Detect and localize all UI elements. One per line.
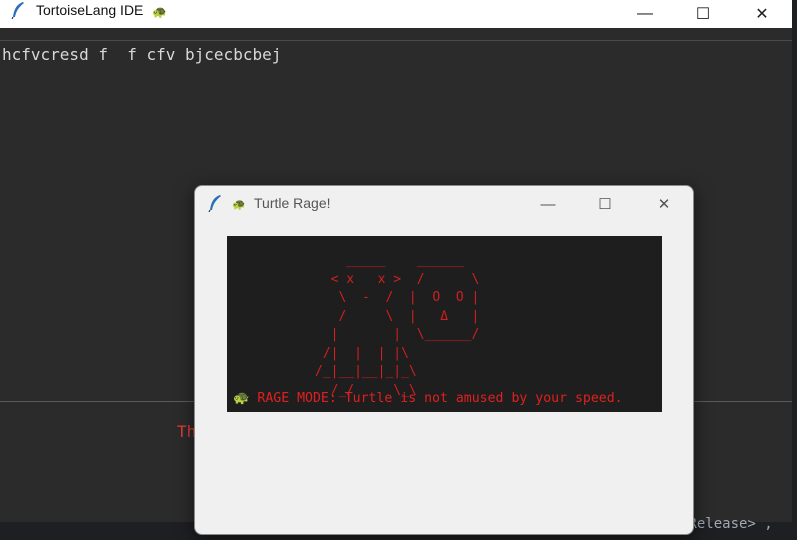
maximize-button[interactable]: ☐ [680, 0, 726, 28]
turtle-icon: 🐢 [152, 5, 167, 19]
turtle-icon: 🐢 [232, 199, 246, 211]
close-icon: ✕ [657, 196, 671, 213]
popup-titlebar[interactable]: 🐢 Turtle Rage! — ☐ ✕ [195, 186, 693, 222]
maximize-icon: ☐ [695, 6, 711, 23]
maximize-icon: ☐ [598, 196, 612, 213]
editor-content[interactable]: hcfvcresd f f cfv bjcecbcbej [2, 45, 281, 64]
rage-message-text: RAGE MODE: Turtle is not amused by your … [257, 391, 623, 406]
close-button[interactable]: ✕ [739, 0, 785, 28]
close-icon: ✕ [755, 6, 769, 23]
minimize-button[interactable]: — [622, 0, 668, 28]
minimize-icon: — [637, 5, 653, 22]
turtle-icon: 🐢 [233, 391, 250, 406]
window-title: TortoiseLang IDE [36, 2, 144, 18]
rage-message: 🐢 RAGE MODE: Turtle is not amused by you… [233, 391, 623, 406]
popup-close-button[interactable]: ✕ [641, 189, 687, 219]
popup-minimize-button[interactable]: — [525, 189, 571, 219]
rage-canvas: _____ ______ < x x > / \ \ - / | O O | /… [227, 236, 662, 412]
turtle-rage-dialog: 🐢 Turtle Rage! — ☐ ✕ _____ ______ < x x … [194, 185, 694, 535]
feather-icon [207, 194, 223, 217]
minimize-icon: — [540, 195, 556, 213]
main-titlebar[interactable]: TortoiseLang IDE 🐢 — ☐ ✕ [0, 0, 792, 28]
background-window-edge [792, 0, 797, 540]
angry-turtle-ascii-art: _____ ______ < x x > / \ \ - / | O O | /… [315, 253, 480, 398]
feather-icon [10, 1, 26, 24]
popup-title: Turtle Rage! [254, 195, 331, 211]
popup-maximize-button[interactable]: ☐ [582, 189, 628, 219]
